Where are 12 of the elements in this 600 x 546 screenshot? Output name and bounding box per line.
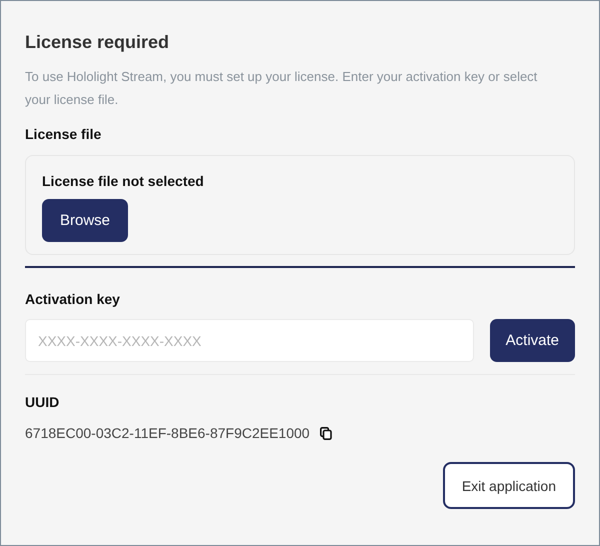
section-label: UUID [25,393,60,411]
section-label: License file [25,125,102,143]
dialog-title: License required [25,31,170,53]
activation-key-field[interactable]: XXXX-XXXX-XXXX-XXXX [25,319,474,362]
uuid-text: 6718EC00-03C2-11EF-8BE6-87F9C2EE1000 [25,425,310,441]
exit-application-button[interactable]: Exit application [442,462,575,509]
activate-button[interactable]: Activate [490,319,575,362]
file-status-text: License file not selected [42,172,205,190]
copy-icon[interactable] [320,426,332,440]
description-text: To use Hololight Stream, you must set up your license. Enter your activation key or select your license file. [25,68,538,109]
section-label: Activation key [25,290,121,308]
browse-button[interactable]: Browse [42,199,128,242]
